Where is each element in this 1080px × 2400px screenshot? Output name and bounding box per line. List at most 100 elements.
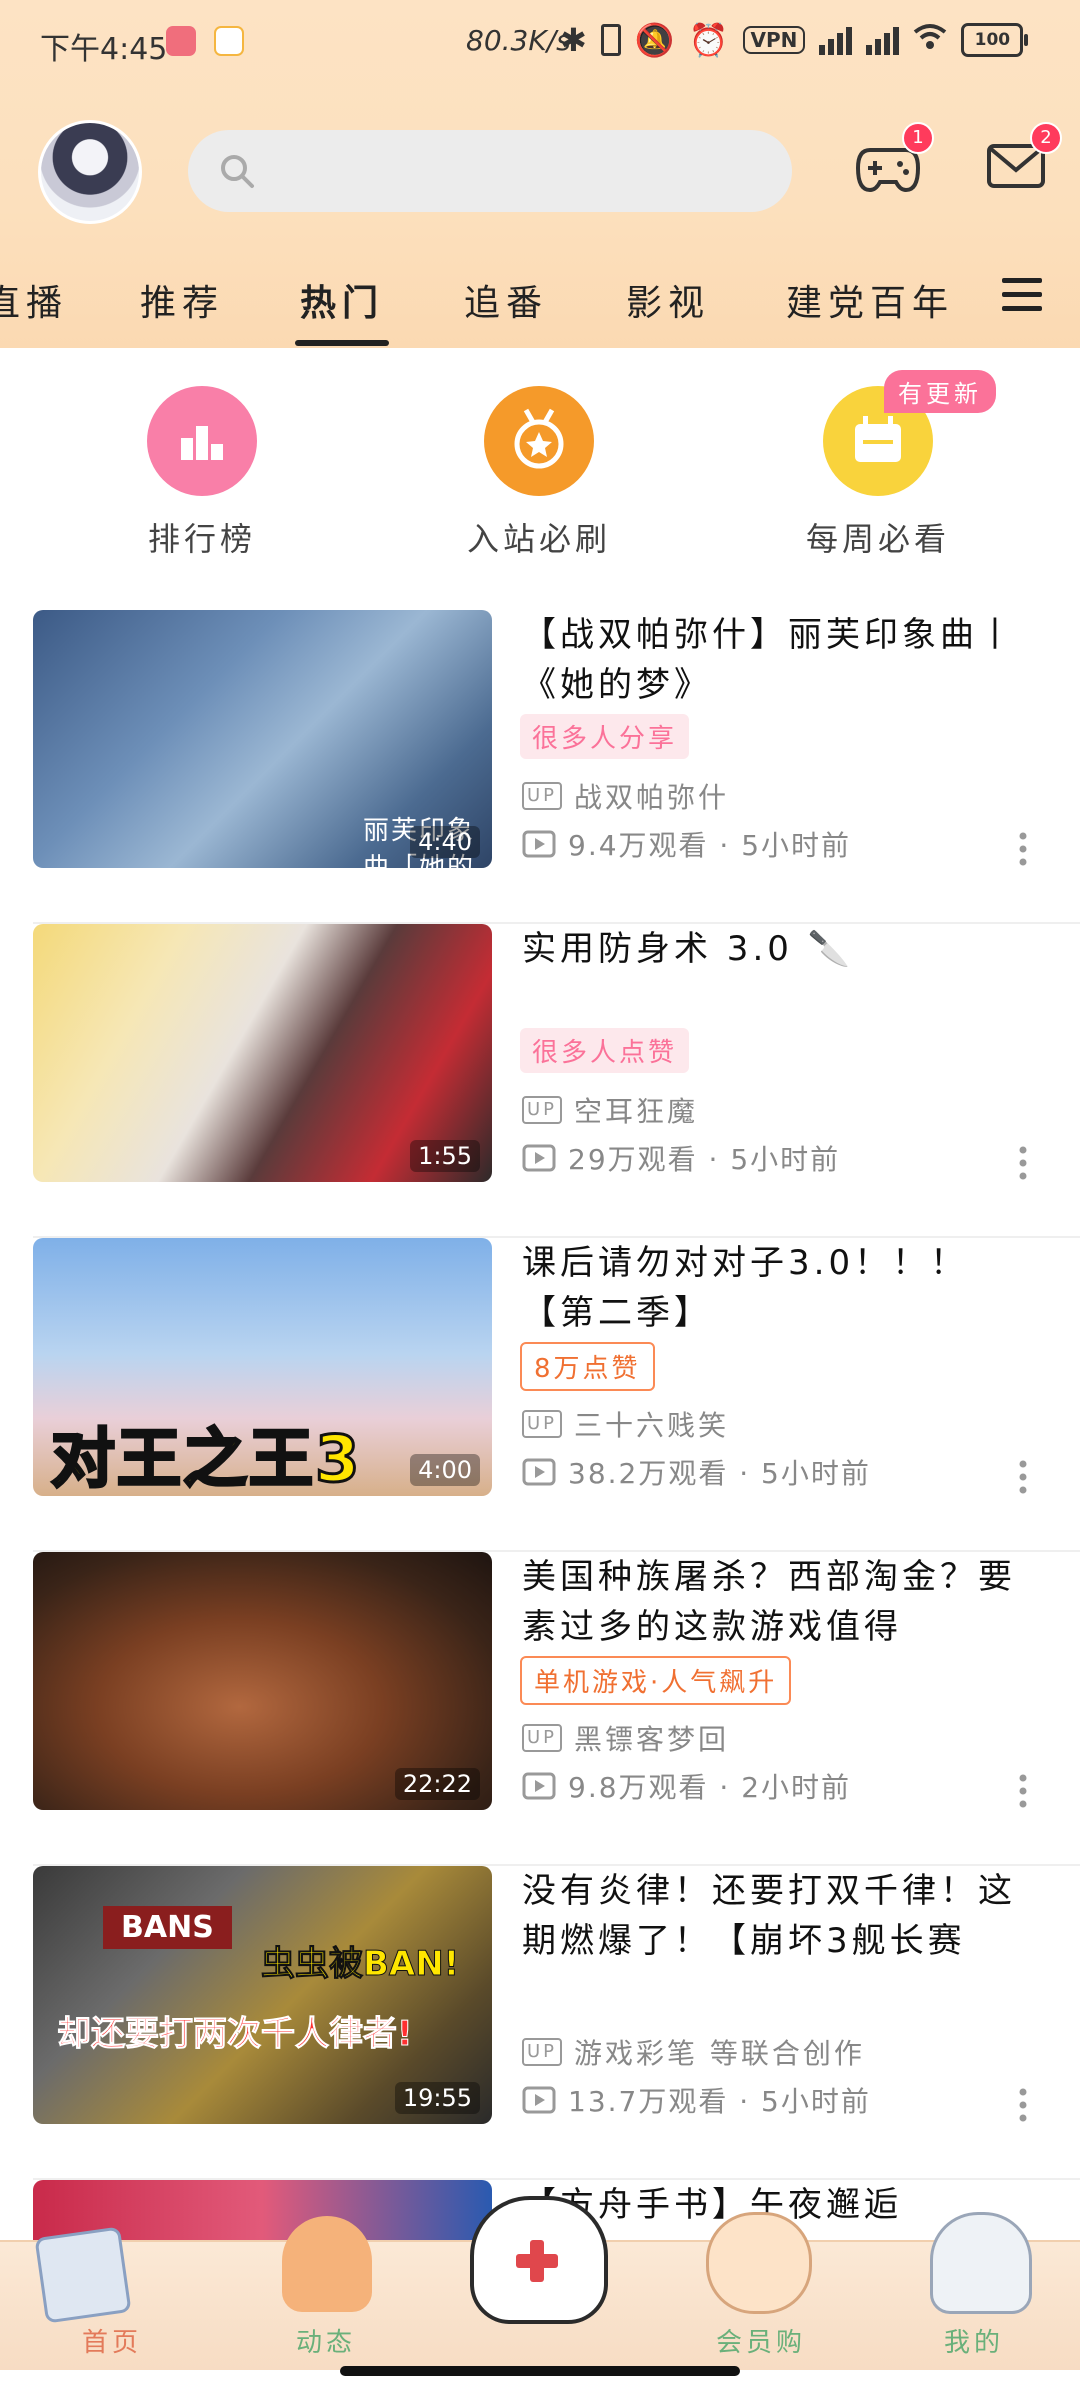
bluetooth-icon: ✱ xyxy=(560,21,587,59)
video-tag: 很多人点赞 xyxy=(520,1028,690,1073)
must-watch-entry[interactable]: 入站必刷 xyxy=(439,386,639,560)
video-thumbnail[interactable]: 丽芙印象曲「她的梦」 4:40 xyxy=(33,610,492,868)
video-title[interactable]: 没有炎律！还要打双千律！这期燃爆了！【崩坏3舰长赛解… xyxy=(522,1866,1032,1966)
tab-anime[interactable]: 追番 xyxy=(464,274,548,326)
thumbnail-text: 对王之王3 xyxy=(50,1422,362,1497)
tab-centenary[interactable]: 建党百年 xyxy=(786,274,954,326)
uploader[interactable]: UP 游戏彩笔 等联合创作 xyxy=(522,2032,865,2072)
video-duration: 22:22 xyxy=(394,1768,480,1800)
messages-button[interactable]: 2 xyxy=(986,122,1062,196)
vibrate-icon xyxy=(600,24,621,56)
vpn-icon: VPN xyxy=(742,26,806,54)
notification-app-icon xyxy=(166,26,196,56)
video-duration: 19:55 xyxy=(394,2082,480,2114)
tab-live[interactable]: 直播 xyxy=(0,274,68,326)
video-tag: 很多人分享 xyxy=(520,714,690,759)
category-tabs: 直播 推荐 热门 追番 影视 建党百年 xyxy=(0,266,1080,346)
ranking-entry[interactable]: 排行榜 xyxy=(102,386,302,560)
video-thumbnail[interactable]: BANS 虫虫被BAN! 却还要打两次千人律者! 19:55 xyxy=(33,1866,492,2124)
thumbnail-text: 却还要打两次千人律者! xyxy=(57,2014,414,2055)
video-stats: 9.4万观看 · 5小时前 xyxy=(522,824,851,864)
bottom-navigation: 首页 动态 会员购 我的 xyxy=(0,2196,1080,2372)
video-card[interactable]: 丽芙印象曲「她的梦」 4:40 【战双帕弥什】丽芙印象曲丨《她的梦》 很多人分享… xyxy=(0,610,1080,924)
video-thumbnail[interactable]: 1:55 xyxy=(33,924,492,1182)
profile-mascot-icon xyxy=(930,2212,1032,2314)
search-icon xyxy=(221,155,254,188)
thumbnail-text: BANS xyxy=(103,1906,232,1949)
video-tag: 单机游戏·人气飙升 xyxy=(520,1656,792,1705)
uploader[interactable]: UP 战双帕弥什 xyxy=(522,776,729,816)
video-card[interactable]: 对王之王3 4:00 课后请勿对对子3.0！！！【第二季】 8万点赞 UP 三十六… xyxy=(0,1238,1080,1552)
menu-icon[interactable] xyxy=(1002,278,1042,312)
more-options-icon[interactable] xyxy=(1018,2088,1028,2122)
ranking-label: 排行榜 xyxy=(147,520,256,558)
video-title[interactable]: 美国种族屠杀？西部淘金？要素过多的这款游戏值得2005… xyxy=(522,1552,1032,1652)
video-card[interactable]: BANS 虫虫被BAN! 却还要打两次千人律者! 19:55 没有炎律！还要打双… xyxy=(0,1866,1080,2180)
play-count-icon xyxy=(522,1458,556,1486)
video-stats: 13.7万观看 · 5小时前 xyxy=(522,2080,871,2120)
play-count-icon xyxy=(522,830,556,858)
medal-icon xyxy=(484,386,594,496)
views-and-time: 29万观看 · 5小时前 xyxy=(568,1143,841,1176)
up-icon: UP xyxy=(522,2038,563,2066)
uploader-name: 三十六贱笑 xyxy=(574,1409,730,1442)
video-stats: 9.8万观看 · 2小时前 xyxy=(522,1766,851,1806)
signal-icon xyxy=(819,25,853,55)
status-bar: 下午4:45 80.3K/s ✱ 🔕 ⏰ VPN 100 xyxy=(0,0,1080,88)
search-bar[interactable] xyxy=(188,130,792,212)
home-indicator[interactable] xyxy=(340,2366,740,2376)
video-duration: 4:00 xyxy=(410,1454,480,1486)
uploader[interactable]: UP 三十六贱笑 xyxy=(522,1404,729,1444)
tab-movies[interactable]: 影视 xyxy=(626,274,710,326)
notification-app-icon xyxy=(214,26,244,56)
message-badge: 2 xyxy=(1030,122,1062,154)
video-thumbnail[interactable]: 对王之王3 4:00 xyxy=(33,1238,492,1496)
vip-mall-mascot-icon xyxy=(706,2212,812,2314)
uploader-name: 黑镖客梦回 xyxy=(574,1723,730,1756)
video-title[interactable]: 【战双帕弥什】丽芙印象曲丨《她的梦》 xyxy=(522,610,1032,710)
status-icons: ✱ 🔕 ⏰ VPN 100 xyxy=(560,20,1029,60)
views-and-time: 9.4万观看 · 5小时前 xyxy=(568,829,852,862)
video-card[interactable]: 1:55 实用防身术 3.0 🔪 很多人点赞 UP 空耳狂魔 29万观看 · 5小… xyxy=(0,924,1080,1238)
thumbnail-text: 虫虫被BAN! xyxy=(260,1944,460,1985)
dynamic-mascot-icon xyxy=(282,2216,372,2312)
tab-recommend[interactable]: 推荐 xyxy=(140,274,224,326)
more-options-icon[interactable] xyxy=(1018,832,1028,866)
up-icon: UP xyxy=(522,782,563,810)
more-options-icon[interactable] xyxy=(1018,1460,1028,1494)
game-badge: 1 xyxy=(902,122,934,154)
video-card[interactable]: 22:22 美国种族屠杀？西部淘金？要素过多的这款游戏值得2005… 单机游戏·… xyxy=(0,1552,1080,1866)
more-options-icon[interactable] xyxy=(1018,1146,1028,1180)
video-duration: 4:40 xyxy=(410,826,480,858)
alarm-icon: ⏰ xyxy=(688,21,729,59)
signal-icon xyxy=(866,25,900,55)
update-badge: 有更新 xyxy=(884,370,996,413)
game-center-button[interactable]: 1 xyxy=(855,122,934,196)
publish-button[interactable] xyxy=(470,2196,608,2324)
home-mascot-icon xyxy=(34,2226,132,2324)
must-watch-label: 入站必刷 xyxy=(466,520,611,558)
video-stats: 38.2万观看 · 5小时前 xyxy=(522,1452,871,1492)
video-tag: 8万点赞 xyxy=(520,1342,655,1391)
up-icon: UP xyxy=(522,1724,563,1752)
uploader-name: 战双帕弥什 xyxy=(574,781,730,814)
wifi-icon xyxy=(913,21,947,59)
nav-home[interactable]: 首页 xyxy=(82,2322,142,2359)
tab-hot[interactable]: 热门 xyxy=(300,274,384,326)
user-avatar[interactable] xyxy=(38,120,142,224)
more-options-icon[interactable] xyxy=(1018,1774,1028,1808)
video-title[interactable]: 实用防身术 3.0 🔪 xyxy=(522,924,1032,974)
video-duration: 1:55 xyxy=(410,1140,480,1172)
video-title[interactable]: 课后请勿对对子3.0！！！【第二季】 xyxy=(522,1238,1032,1338)
uploader-name: 空耳狂魔 xyxy=(574,1095,699,1128)
nav-profile[interactable]: 我的 xyxy=(944,2322,1004,2359)
uploader[interactable]: UP 黑镖客梦回 xyxy=(522,1718,729,1758)
mute-icon: 🔕 xyxy=(634,21,675,59)
active-tab-indicator xyxy=(295,340,389,346)
uploader[interactable]: UP 空耳狂魔 xyxy=(522,1090,698,1130)
nav-dynamic[interactable]: 动态 xyxy=(296,2322,356,2359)
play-count-icon xyxy=(522,1772,556,1800)
video-thumbnail[interactable]: 22:22 xyxy=(33,1552,492,1810)
views-and-time: 9.8万观看 · 2小时前 xyxy=(568,1771,852,1804)
nav-vip-mall[interactable]: 会员购 xyxy=(716,2322,806,2359)
